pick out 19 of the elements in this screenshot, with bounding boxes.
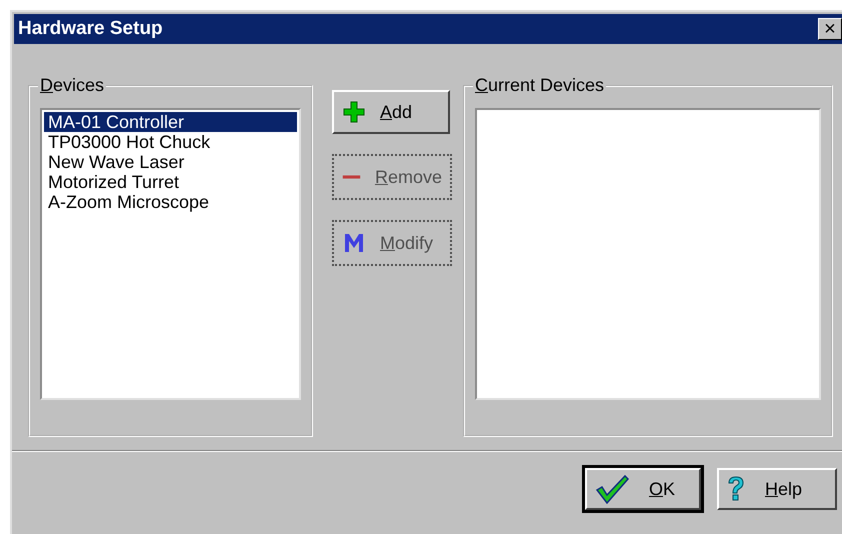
m-letter-icon <box>342 231 366 255</box>
help-button[interactable]: Help <box>717 468 837 510</box>
question-mark-icon <box>727 476 745 502</box>
group-label: Devices <box>39 75 106 96</box>
minus-icon <box>342 173 361 181</box>
devices-list[interactable]: MA-01 Controller TP03000 Hot Chuck New Wave Laser Motorized Turret A-Zoom Microscope <box>40 108 301 400</box>
close-button[interactable]: × <box>818 18 842 40</box>
checkmark-icon <box>595 474 629 504</box>
ok-button[interactable]: OK <box>585 468 701 510</box>
device-item[interactable]: MA-01 Controller <box>44 112 297 132</box>
device-item[interactable]: New Wave Laser <box>44 152 297 172</box>
current-devices-list[interactable] <box>475 108 821 400</box>
add-button[interactable]: Add <box>332 90 450 134</box>
plus-icon <box>342 100 366 124</box>
device-item[interactable]: A-Zoom Microscope <box>44 192 297 212</box>
group-label: Current Devices <box>474 75 606 96</box>
window-title: Hardware Setup <box>18 18 163 40</box>
device-item[interactable]: Motorized Turret <box>44 172 297 192</box>
device-item[interactable]: TP03000 Hot Chuck <box>44 132 297 152</box>
